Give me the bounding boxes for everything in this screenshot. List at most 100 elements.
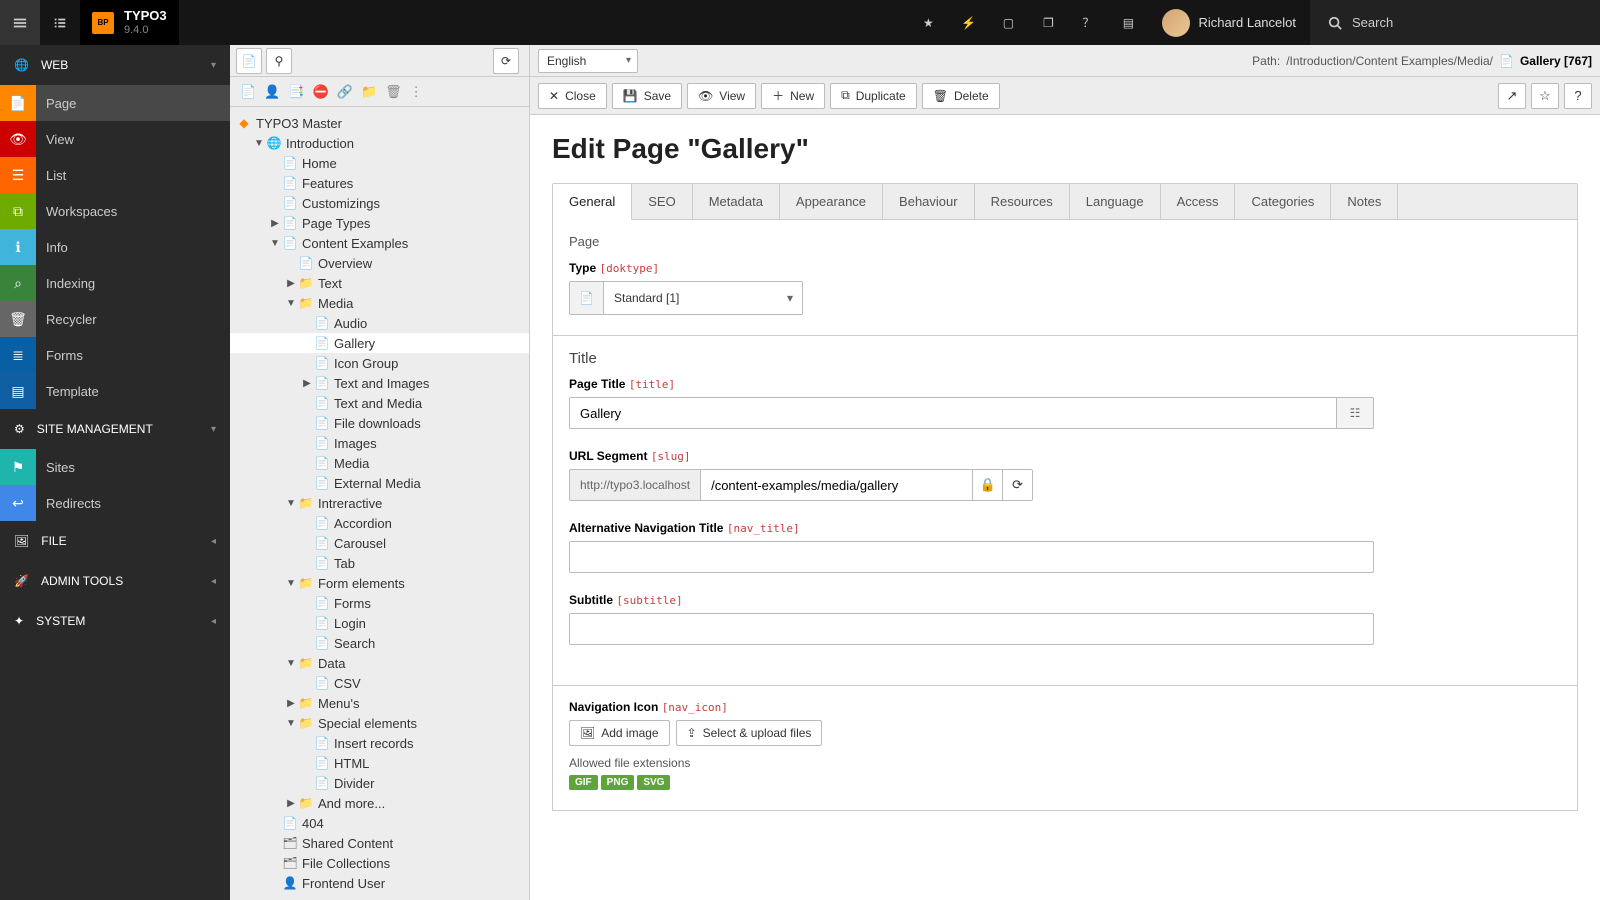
pt-doc-icon[interactable]: 📄 <box>240 84 256 100</box>
tree-node[interactable]: 📄Audio <box>230 313 529 333</box>
pt-trash-icon[interactable]: 🗑 <box>385 84 402 100</box>
url-segment-input[interactable] <box>701 469 973 501</box>
tree-node[interactable]: 📄File downloads <box>230 413 529 433</box>
tree-toggle[interactable]: ▶ <box>284 278 298 289</box>
view-button[interactable]: 👁View <box>687 83 756 109</box>
type-select[interactable]: 📄 Standard [1] ▾ <box>569 281 803 315</box>
tree-node[interactable]: 📄Tab <box>230 553 529 573</box>
tree-node[interactable]: 📄Customizings <box>230 193 529 213</box>
refresh-tree-button[interactable]: ⟳ <box>493 48 519 74</box>
menu-group-admin-tools[interactable]: 🚀ADMIN TOOLS◂ <box>0 561 230 601</box>
tree-node[interactable]: 📄Carousel <box>230 533 529 553</box>
tree-node[interactable]: ▶📁And more... <box>230 793 529 813</box>
tree-node[interactable]: 📄Home <box>230 153 529 173</box>
tree-node[interactable]: 📄Divider <box>230 773 529 793</box>
tab-access[interactable]: Access <box>1161 184 1236 219</box>
tree-toggle[interactable]: ▶ <box>284 798 298 809</box>
tree-toggle[interactable]: ▶ <box>268 218 282 229</box>
app-button[interactable]: ▤ <box>1108 0 1148 45</box>
menu-group-web[interactable]: 🌐WEB▾ <box>0 45 230 85</box>
tab-notes[interactable]: Notes <box>1331 184 1398 219</box>
menu-item-view[interactable]: 👁View <box>0 121 230 157</box>
tree-node[interactable]: 🗂File Collections <box>230 853 529 873</box>
menu-group-system[interactable]: ✦SYSTEM◂ <box>0 601 230 641</box>
save-button[interactable]: 💾Save <box>612 83 682 109</box>
page-title-input[interactable] <box>569 397 1336 429</box>
tree-toggle[interactable]: ▼ <box>284 298 298 309</box>
tree-node[interactable]: 👤Frontend User <box>230 873 529 893</box>
tree-node[interactable]: ▶📄Text and Images <box>230 373 529 393</box>
menu-item-indexing[interactable]: ⌕Indexing <box>0 265 230 301</box>
tree-toggle[interactable]: ▼ <box>268 238 282 249</box>
tab-resources[interactable]: Resources <box>975 184 1070 219</box>
tree-node[interactable]: ▶📁Text <box>230 273 529 293</box>
menu-item-forms[interactable]: ≣Forms <box>0 337 230 373</box>
tree-node[interactable]: 📄HTML <box>230 753 529 773</box>
tree-toggle[interactable]: ▶ <box>284 698 298 709</box>
pt-sep-icon[interactable]: ⋮ <box>410 84 423 100</box>
tree-node[interactable]: ▶📄Page Types <box>230 213 529 233</box>
tree-toggle[interactable]: ▼ <box>284 578 298 589</box>
pt-user-icon[interactable]: 👤 <box>264 84 280 100</box>
tree-node[interactable]: ▼📁Special elements <box>230 713 529 733</box>
tree-toggle[interactable]: ▼ <box>252 138 266 149</box>
new-button[interactable]: ＋New <box>761 83 825 109</box>
page-tree[interactable]: ◆ TYPO3 Master ▼🌐Introduction📄Home📄Featu… <box>230 107 529 900</box>
tree-node[interactable]: 📄Features <box>230 173 529 193</box>
tree-node[interactable]: 📄Accordion <box>230 513 529 533</box>
tree-node[interactable]: 📄Text and Media <box>230 393 529 413</box>
delete-button[interactable]: 🗑Delete <box>922 83 1000 109</box>
bookmark-button[interactable]: ★ <box>908 0 948 45</box>
menu-item-sites[interactable]: ⚑Sites <box>0 449 230 485</box>
tab-seo[interactable]: SEO <box>632 184 692 219</box>
menu-group-file[interactable]: 🖼FILE◂ <box>0 521 230 561</box>
menu-item-info[interactable]: ℹInfo <box>0 229 230 265</box>
share-button[interactable]: ↗ <box>1498 83 1526 109</box>
pt-folder-icon[interactable]: 📁 <box>361 84 377 100</box>
close-button[interactable]: ✕Close <box>538 83 607 109</box>
tab-categories[interactable]: Categories <box>1235 184 1331 219</box>
windows-button[interactable]: ❐ <box>1028 0 1068 45</box>
tree-node[interactable]: 📄CSV <box>230 673 529 693</box>
tree-node[interactable]: 📄Forms <box>230 593 529 613</box>
menu-item-page[interactable]: 📄Page <box>0 85 230 121</box>
menu-item-workspaces[interactable]: ⧉Workspaces <box>0 193 230 229</box>
tree-node[interactable]: ▼📁Form elements <box>230 573 529 593</box>
cache-button[interactable]: ⚡ <box>948 0 988 45</box>
pt-stop-icon[interactable]: ⛔ <box>313 84 329 100</box>
tree-node[interactable]: 📄Images <box>230 433 529 453</box>
tree-toggle[interactable]: ▼ <box>284 718 298 729</box>
nav-title-input[interactable] <box>569 541 1374 573</box>
tree-node[interactable]: ▶📁Menu's <box>230 693 529 713</box>
new-page-button[interactable]: 📄 <box>236 48 262 74</box>
tree-node[interactable]: ▼📁Media <box>230 293 529 313</box>
tree-node[interactable]: ▼🌐Introduction <box>230 133 529 153</box>
tree-node[interactable]: 📄Icon Group <box>230 353 529 373</box>
tab-appearance[interactable]: Appearance <box>780 184 883 219</box>
language-select[interactable]: English <box>538 49 638 73</box>
tab-behaviour[interactable]: Behaviour <box>883 184 975 219</box>
search-box[interactable]: Search <box>1310 0 1600 45</box>
menu-item-list[interactable]: ☰List <box>0 157 230 193</box>
select-upload-button[interactable]: ⇪Select & upload files <box>676 720 823 746</box>
context-help-button[interactable]: ? <box>1564 83 1592 109</box>
page-title-suffix-button[interactable]: ☷ <box>1336 397 1374 429</box>
tree-node[interactable]: ▼📄Content Examples <box>230 233 529 253</box>
add-image-button[interactable]: 🖼Add image <box>569 720 670 746</box>
filter-button[interactable]: ⚲ <box>266 48 292 74</box>
pt-dup-icon[interactable]: 📑 <box>288 84 304 100</box>
tree-toggle[interactable]: ▼ <box>284 498 298 509</box>
menu-item-template[interactable]: ▤Template <box>0 373 230 409</box>
tree-toggle[interactable]: ▼ <box>284 658 298 669</box>
tab-general[interactable]: General <box>553 184 632 220</box>
tree-node[interactable]: 📄Media <box>230 453 529 473</box>
tree-node[interactable]: 📄Insert records <box>230 733 529 753</box>
menu-item-recycler[interactable]: 🗑Recycler <box>0 301 230 337</box>
tree-node[interactable]: ▼📁Data <box>230 653 529 673</box>
tree-node[interactable]: 📄Gallery <box>230 333 529 353</box>
slug-lock-button[interactable]: 🔒 <box>973 469 1003 501</box>
tree-root[interactable]: ◆ TYPO3 Master <box>230 113 529 133</box>
open-docs-button[interactable]: ▢ <box>988 0 1028 45</box>
tree-node[interactable]: 📄404 <box>230 813 529 833</box>
slug-recalc-button[interactable]: ⟳ <box>1003 469 1033 501</box>
